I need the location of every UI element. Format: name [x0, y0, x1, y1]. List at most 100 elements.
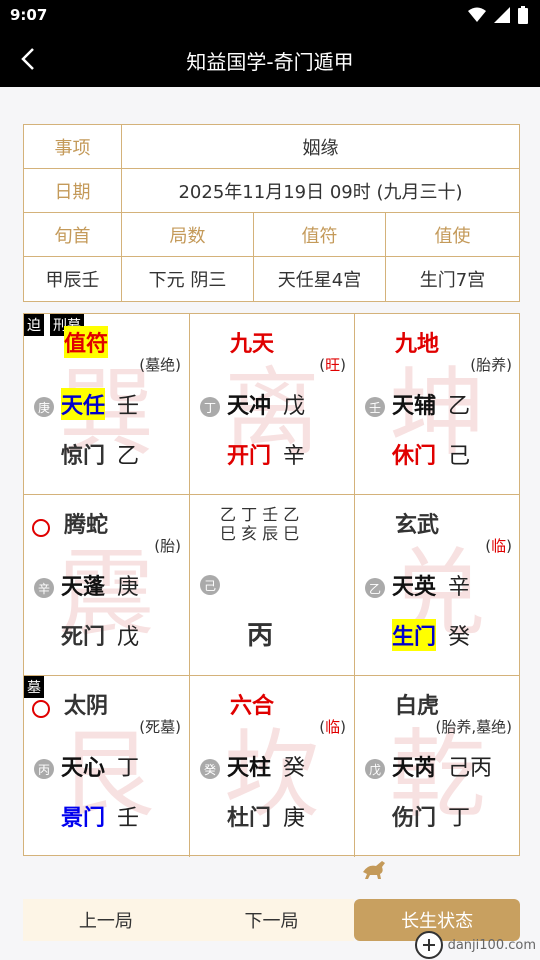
palace-star: 天英 — [392, 575, 437, 600]
palace-star-stem: 己丙 — [448, 756, 493, 781]
marker-circle-icon — [32, 519, 50, 537]
date-value: 2025年11月19日 09时 (九月三十) — [178, 181, 463, 203]
palace-door-stem: 壬 — [117, 806, 140, 831]
center-branches-row: 巳 亥 辰 巳 — [220, 524, 300, 543]
palace-star: 天芮 — [392, 756, 437, 781]
watermark: danji100.com — [414, 930, 536, 960]
info-row-date: 日期 2025年11月19日 09时 (九月三十) — [24, 169, 519, 213]
palace-tag: 迫 — [24, 314, 44, 336]
palace-stem-circle: 庚 — [34, 397, 54, 417]
matter-label: 事项 — [24, 125, 122, 168]
info-table: 事项 姻缘 日期 2025年11月19日 09时 (九月三十) 旬首 局数 值符… — [23, 124, 520, 302]
palace-star-stem: 庚 — [117, 575, 140, 600]
palace-kan[interactable]: 坎 六合 (临) 癸 天柱 癸 杜门 庚 — [190, 676, 355, 857]
palace-door-stem: 丁 — [448, 806, 471, 831]
palace-door-stem: 乙 — [117, 444, 140, 469]
palace-li[interactable]: 离 九天 (旺) 丁 天冲 戊 开门 辛 — [190, 314, 355, 495]
palace-door: 开门 — [227, 444, 272, 469]
palace-stem-circle: 丁 — [200, 397, 220, 417]
palace-star: 天辅 — [392, 394, 437, 419]
page-title: 知益国学-奇门遁甲 — [186, 50, 354, 74]
center-pillars: 乙 丁 壬 乙 巳 亥 辰 巳 — [220, 505, 326, 543]
watermark-text: danji100.com — [447, 937, 536, 953]
palace-door-stem: 辛 — [283, 444, 306, 469]
xunshou-value: 甲辰壬 — [24, 257, 122, 301]
palace-god: 六合 — [230, 694, 275, 719]
palace-status: (胎养,墓绝) — [435, 718, 512, 736]
palace-door: 景门 — [61, 806, 106, 831]
palace-god: 九地 — [395, 332, 440, 357]
palace-zhen[interactable]: 震 腾蛇 (胎) 辛 天蓬 庚 死门 戊 — [24, 495, 190, 676]
signal-icon — [494, 7, 510, 23]
palace-stem-circle: 丙 — [34, 759, 54, 779]
palace-door-stem: 己 — [448, 444, 471, 469]
jushu-value: 下元 阴三 — [122, 257, 254, 301]
palace-xun[interactable]: 巽 迫 刑墓 值符 (墓绝) 庚 天任 壬 惊门 乙 — [24, 314, 190, 495]
palace-status: (旺) — [319, 356, 346, 374]
palace-star: 天柱 — [227, 756, 272, 781]
palace-god: 白虎 — [395, 694, 440, 719]
zhishi-value: 生门7宫 — [419, 270, 486, 291]
palace-status: (临) — [319, 718, 346, 736]
palace-door-stem: 癸 — [448, 625, 471, 650]
palace-status: (胎养) — [470, 356, 512, 374]
palace-status: (墓绝) — [139, 356, 181, 374]
horse-icon — [363, 861, 385, 879]
palace-star-stem: 乙 — [448, 394, 471, 419]
palace-stem-circle: 己 — [200, 575, 220, 595]
palace-star: 天冲 — [227, 394, 272, 419]
matter-value: 姻缘 — [302, 137, 339, 159]
center-stems-row: 乙 丁 壬 乙 — [220, 505, 300, 524]
palace-door-stem: 戊 — [117, 625, 140, 650]
palace-star-stem: 戊 — [283, 394, 306, 419]
palace-tag: 墓 — [24, 676, 44, 698]
center-main-stem: 丙 — [247, 621, 274, 651]
palace-stem-circle: 戊 — [365, 759, 385, 779]
palace-god: 腾蛇 — [64, 513, 109, 538]
qimen-grid: 巽 迫 刑墓 值符 (墓绝) 庚 天任 壬 惊门 乙 离 九天 (旺) 丁 天冲… — [23, 313, 520, 857]
palace-door: 惊门 — [61, 444, 106, 469]
palace-center[interactable]: 乙 丁 壬 乙 巳 亥 辰 巳 己 丙 — [190, 495, 355, 676]
app-bar: 知益国学-奇门遁甲 — [0, 32, 540, 87]
date-label: 日期 — [24, 169, 122, 212]
info-row-values: 甲辰壬 下元 阴三 天任星4宫 生门7宫 — [24, 257, 519, 301]
prev-button[interactable]: 上一局 — [23, 899, 189, 941]
palace-god: 太阴 — [64, 694, 109, 719]
plus-circle-icon — [414, 931, 443, 959]
next-button[interactable]: 下一局 — [188, 899, 355, 941]
status-time: 9:07 — [10, 6, 48, 24]
palace-stem-circle: 壬 — [365, 397, 385, 417]
jushu-label: 局数 — [122, 213, 254, 256]
palace-door: 死门 — [61, 625, 106, 650]
palace-gen[interactable]: 艮 墓 太阴 (死墓) 丙 天心 丁 景门 壬 — [24, 676, 190, 857]
palace-star-stem: 癸 — [283, 756, 306, 781]
zhishi-label: 值使 — [434, 225, 471, 247]
palace-kun[interactable]: 坤 九地 (胎养) 壬 天辅 乙 休门 己 — [355, 314, 520, 495]
palace-qian[interactable]: 乾 白虎 (胎养,墓绝) 戊 天芮 己丙 伤门 丁 — [355, 676, 520, 857]
palace-door: 休门 — [392, 444, 437, 469]
palace-star: 天心 — [61, 756, 106, 781]
info-row-headers: 旬首 局数 值符 值使 — [24, 213, 519, 257]
palace-stem-circle: 癸 — [200, 759, 220, 779]
palace-god: 玄武 — [395, 513, 440, 538]
palace-star-stem: 丁 — [117, 756, 140, 781]
palace-god: 值符 — [64, 326, 109, 358]
wifi-icon — [468, 7, 486, 22]
marker-circle-icon — [32, 700, 50, 718]
palace-status: (临) — [485, 537, 512, 555]
palace-door: 伤门 — [392, 806, 437, 831]
palace-status: (胎) — [154, 537, 181, 555]
palace-star: 天蓬 — [61, 575, 106, 600]
palace-stem-circle: 乙 — [365, 578, 385, 598]
battery-icon — [518, 6, 528, 24]
palace-status: (死墓) — [139, 718, 181, 736]
palace-god: 九天 — [230, 332, 275, 357]
zhifu-value: 天任星4宫 — [254, 257, 386, 301]
palace-door: 杜门 — [227, 806, 272, 831]
palace-star: 天任 — [61, 388, 106, 420]
palace-stem-circle: 辛 — [34, 578, 54, 598]
palace-door: 生门 — [392, 619, 437, 651]
zhifu-label: 值符 — [254, 213, 386, 256]
palace-star-stem: 辛 — [448, 575, 471, 600]
palace-dui[interactable]: 兑 玄武 (临) 乙 天英 辛 生门 癸 — [355, 495, 520, 676]
